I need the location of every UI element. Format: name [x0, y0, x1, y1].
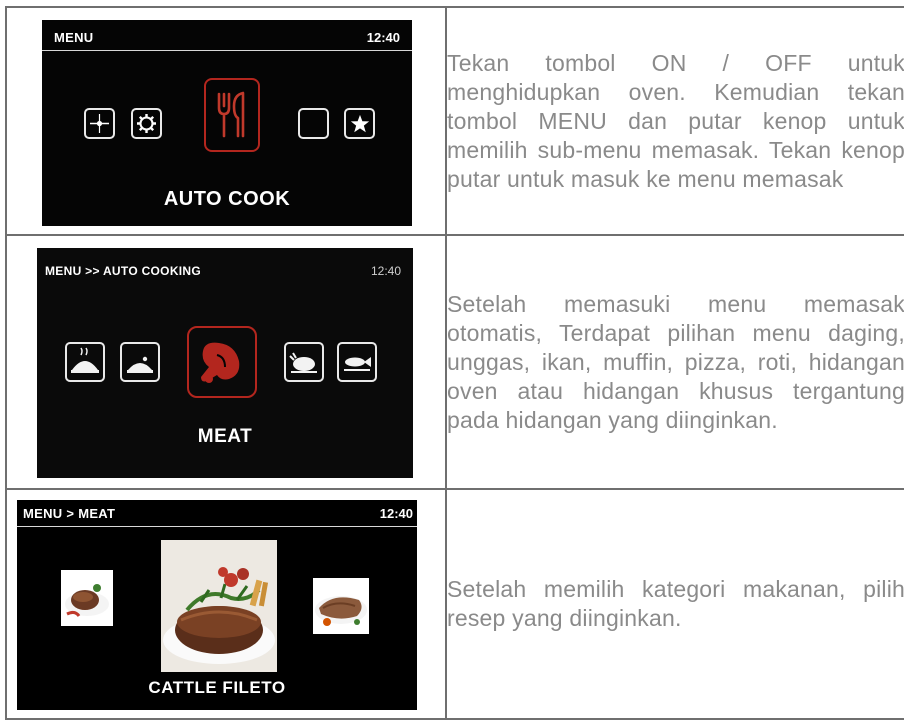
screen-header: MENU > MEAT 12:40 [17, 500, 417, 527]
covered-dish-small-icon[interactable] [120, 342, 160, 382]
screen-cell: MENU > MEAT 12:40 CATTLE FILETO [5, 488, 447, 720]
blank-icon[interactable] [298, 108, 329, 139]
screen-header: MENU >> AUTO COOKING 12:40 [37, 248, 413, 282]
table-row: MENU 12:40 AUTO COOK Tekan tombol ON / O… [5, 6, 904, 236]
breadcrumb: MENU [54, 30, 94, 45]
table-row: MENU > MEAT 12:40 CATTLE FILETO Setelah … [5, 488, 904, 720]
instruction-text: Tekan tombol ON / OFF untuk menghidupkan… [447, 49, 904, 192]
description-cell: Setelah memasuki menu memasak otomatis, … [445, 234, 904, 490]
description-cell: Setelah memilih kategori makanan, pilih … [445, 488, 904, 720]
selected-menu-label: AUTO COOK [163, 188, 291, 210]
oven-screen-auto-cook: MENU 12:40 AUTO COOK [42, 20, 412, 226]
breadcrumb: MENU > MEAT [23, 506, 116, 521]
clock-time: 12:40 [370, 264, 401, 278]
oven-screen-auto-cooking: MENU >> AUTO COOKING 12:40 MEAT [37, 248, 413, 478]
recipe-photo-center-selected[interactable] [161, 540, 277, 672]
clock-time: 12:40 [366, 30, 400, 45]
star-icon[interactable] [344, 108, 375, 139]
table-row: MENU >> AUTO COOKING 12:40 MEAT Setelah … [5, 234, 904, 490]
instruction-text: Setelah memilih kategori makanan, pilih … [447, 576, 904, 631]
recipe-photo-left[interactable] [61, 570, 113, 626]
oven-screen-meat-recipes: MENU > MEAT 12:40 CATTLE FILETO [17, 500, 417, 710]
meat-leg-icon[interactable] [187, 326, 257, 398]
screen-cell: MENU >> AUTO COOKING 12:40 MEAT [5, 234, 447, 490]
selected-menu-label: MEAT [197, 426, 253, 447]
covered-dish-icon[interactable] [65, 342, 105, 382]
fork-knife-icon[interactable] [204, 78, 260, 152]
breadcrumb: MENU >> AUTO COOKING [45, 264, 202, 278]
fish-icon[interactable] [337, 342, 377, 382]
description-cell: Tekan tombol ON / OFF untuk menghidupkan… [445, 6, 904, 236]
screen-header: MENU 12:40 [42, 20, 412, 51]
clock-time: 12:40 [379, 506, 413, 521]
screen-cell: MENU 12:40 AUTO COOK [5, 6, 447, 236]
poultry-icon[interactable] [284, 342, 324, 382]
recipe-photo-right[interactable] [313, 578, 369, 634]
settings-gear-icon[interactable] [131, 108, 162, 139]
clock-icon[interactable] [84, 108, 115, 139]
selected-recipe-label: CATTLE FILETO [148, 678, 286, 697]
instruction-text: Setelah memasuki menu memasak otomatis, … [447, 290, 904, 433]
manual-instruction-table: MENU 12:40 AUTO COOK Tekan tombol ON / O… [5, 6, 904, 720]
